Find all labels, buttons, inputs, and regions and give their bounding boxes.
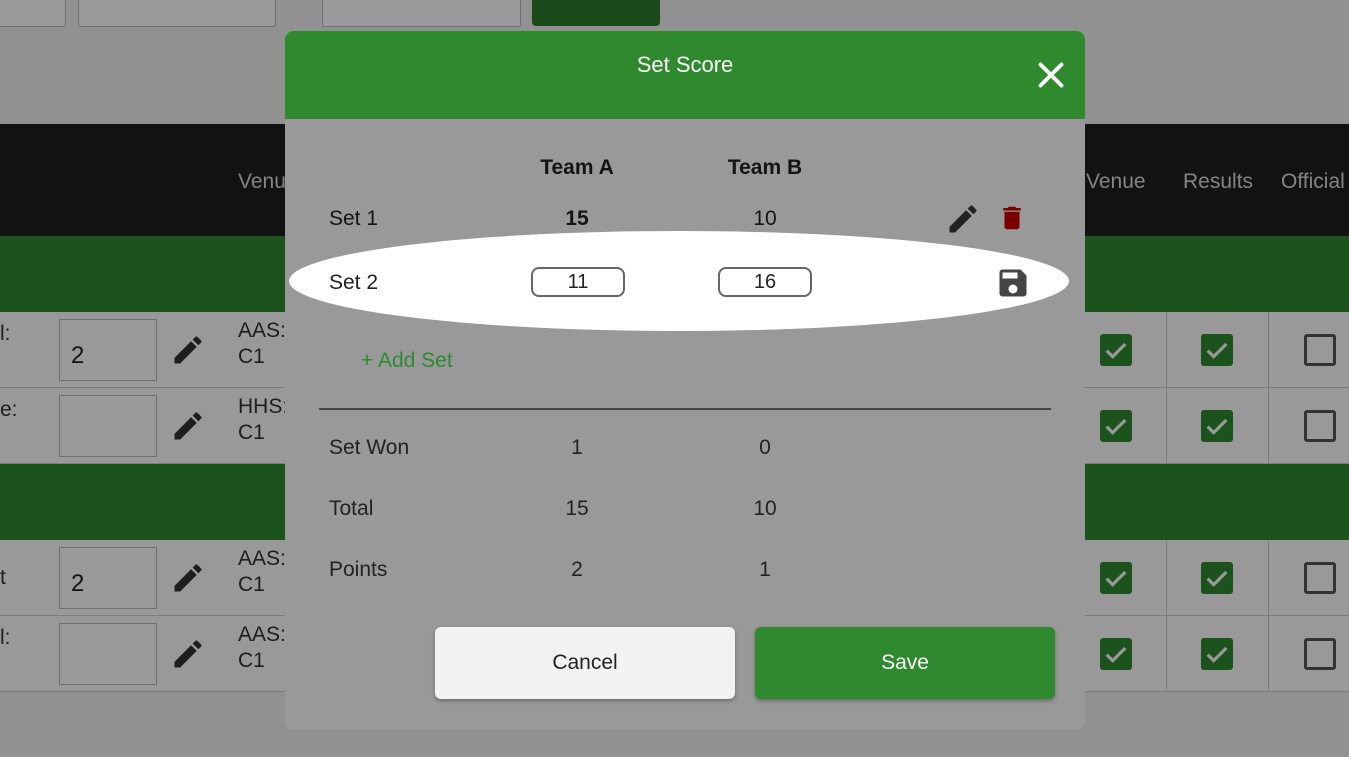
- team-b-sets-won: 0: [759, 436, 771, 459]
- save-button[interactable]: Save: [755, 627, 1055, 699]
- summary-label-points: Points: [329, 558, 388, 581]
- summary-label-total: Total: [329, 497, 374, 520]
- close-icon[interactable]: [1033, 57, 1069, 93]
- highlight-spotlight: [289, 231, 1069, 331]
- floppy-disk-icon[interactable]: [995, 265, 1031, 301]
- summary-label-set-won: Set Won: [329, 436, 410, 459]
- set-score-dialog: Set Score Team A Team B Set 1 15 10 Set …: [285, 31, 1085, 729]
- team-b-points: 1: [759, 558, 771, 581]
- team-a-total: 15: [565, 497, 589, 520]
- set-label: Set 2: [329, 271, 379, 294]
- team-a-sets-won: 1: [571, 436, 583, 459]
- dialog-header: Set Score: [285, 31, 1085, 119]
- team-a-points: 2: [571, 558, 583, 581]
- dialog-title: Set Score: [636, 52, 734, 77]
- team-b-score-input[interactable]: 16: [718, 267, 812, 297]
- add-set-button[interactable]: + Add Set: [361, 349, 453, 373]
- team-a-score-input[interactable]: 11: [531, 267, 625, 297]
- divider: [319, 408, 1051, 410]
- cancel-button[interactable]: Cancel: [435, 627, 735, 699]
- team-b-total: 10: [753, 497, 777, 520]
